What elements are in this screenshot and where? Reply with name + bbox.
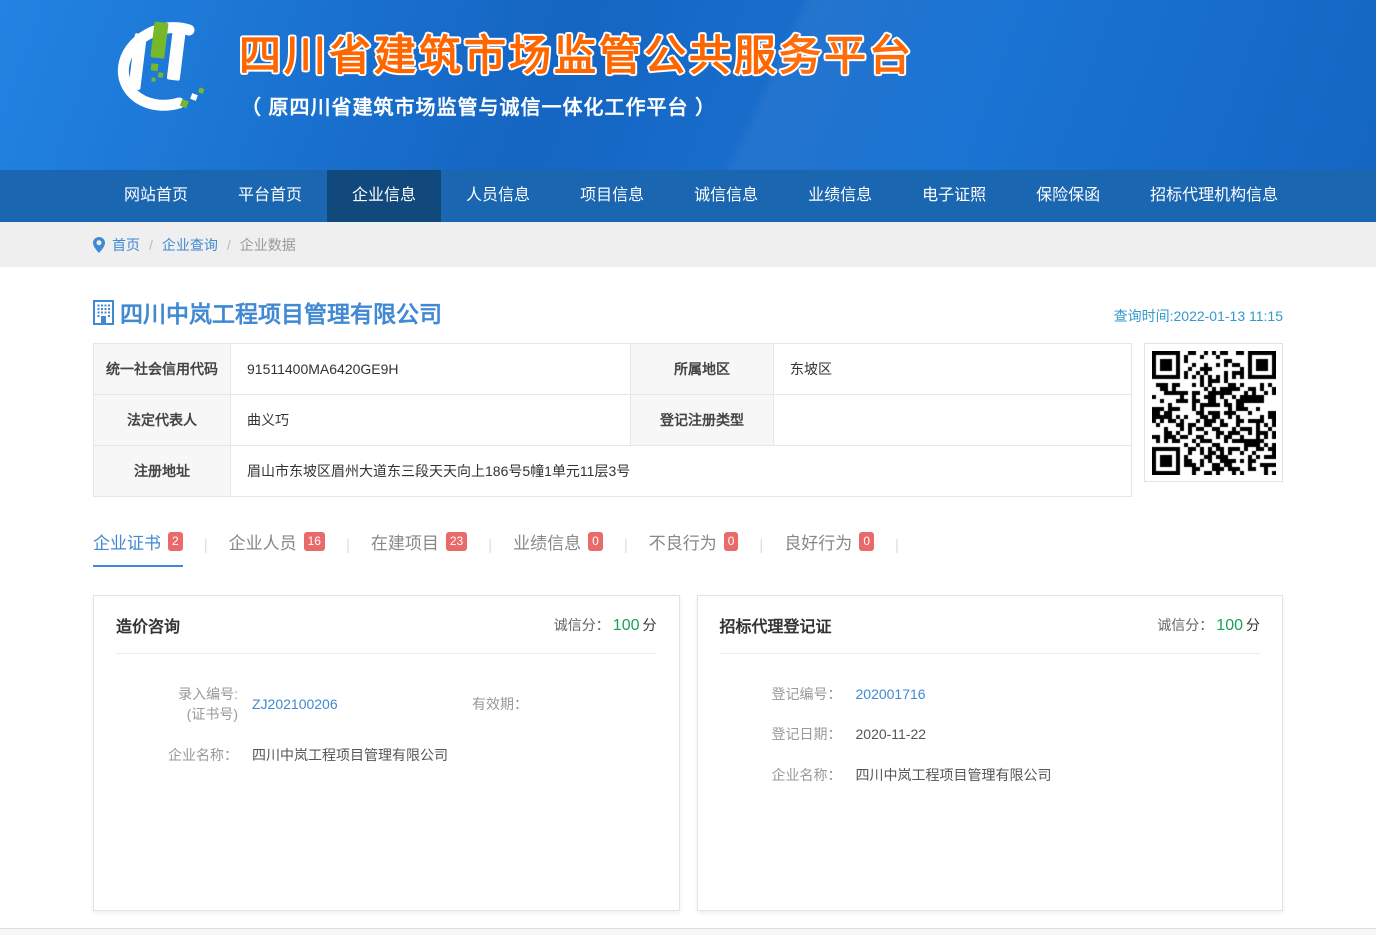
company-name-heading: 四川中岚工程项目管理有限公司	[93, 295, 442, 329]
registered-address-value: 眉山市东坡区眉州大道东三段天天向上186号5幢1单元11层3号	[231, 446, 1132, 497]
query-time: 查询时间:2022-01-13 11:15	[1114, 306, 1283, 329]
credit-score: 诚信分：100分	[554, 615, 657, 635]
qr-code-box	[1144, 343, 1283, 482]
registration-date-value: 2020-11-22	[856, 726, 927, 742]
region-value: 东坡区	[774, 344, 1132, 395]
info-label: 法定代表人	[94, 395, 231, 446]
tab-bad-behavior[interactable]: 不良行为 0	[649, 529, 739, 567]
bidding-agency-cert-card: 招标代理登记证 诚信分：100分 登记编号： 202001716 登记日期： 2…	[697, 595, 1284, 911]
nav-item-project-info[interactable]: 项目信息	[555, 170, 669, 222]
site-subtitle: （ 原四川省建筑市场监管与诚信一体化工作平台 ）	[241, 91, 914, 120]
card-title: 招标代理登记证	[720, 613, 832, 637]
company-name-value: 四川中岚工程项目管理有限公司	[252, 745, 448, 765]
credit-score-label: 诚信分：	[554, 617, 610, 633]
credit-score-unit: 分	[643, 617, 657, 633]
breadcrumb-company-search-link[interactable]: 企业查询	[162, 235, 218, 255]
tab-separator: |	[346, 537, 350, 567]
tab-company-cert[interactable]: 企业证书 2	[93, 529, 183, 567]
tab-label: 不良行为	[649, 529, 717, 554]
credit-score-unit: 分	[1246, 617, 1260, 633]
tab-count-badge: 16	[304, 532, 325, 551]
tab-label: 良好行为	[784, 529, 852, 554]
company-name-text: 四川中岚工程项目管理有限公司	[120, 295, 442, 329]
breadcrumb: 首页 / 企业查询 / 企业数据	[93, 222, 1283, 267]
building-icon	[93, 300, 114, 325]
tab-label: 在建项目	[371, 529, 439, 554]
tab-construction-projects[interactable]: 在建项目 23	[371, 529, 467, 567]
company-name-label: 企业名称：	[720, 765, 842, 785]
field-row: 企业名称： 四川中岚工程项目管理有限公司	[720, 765, 1261, 785]
main-content: 四川中岚工程项目管理有限公司 查询时间:2022-01-13 11:15 统一社…	[93, 295, 1283, 911]
company-name-value: 四川中岚工程项目管理有限公司	[856, 765, 1052, 785]
info-label: 注册地址	[94, 446, 231, 497]
nav-item-bidding-agency-info[interactable]: 招标代理机构信息	[1125, 170, 1303, 222]
cert-number-label: 录入编号: (证书号)	[116, 684, 238, 725]
footer-divider	[0, 928, 1376, 935]
registration-number-link[interactable]: 202001716	[856, 686, 926, 702]
breadcrumb-current: 企业数据	[240, 235, 296, 255]
field-row: 企业名称： 四川中岚工程项目管理有限公司	[116, 745, 657, 765]
nav-item-site-home[interactable]: 网站首页	[99, 170, 213, 222]
tab-count-badge: 23	[446, 532, 467, 551]
breadcrumb-home-link[interactable]: 首页	[112, 235, 140, 255]
tab-count-badge: 0	[724, 532, 739, 551]
registration-type-value	[774, 395, 1132, 446]
registration-number-label: 登记编号：	[720, 684, 842, 704]
breadcrumb-separator: /	[149, 237, 153, 253]
breadcrumb-bar: 首页 / 企业查询 / 企业数据	[0, 222, 1376, 267]
card-title: 造价咨询	[116, 613, 180, 637]
tab-label: 企业人员	[229, 529, 297, 554]
tab-separator: |	[624, 537, 628, 567]
credit-score: 诚信分：100分	[1157, 615, 1260, 635]
credit-score-label: 诚信分：	[1157, 617, 1213, 633]
legal-rep-value: 曲义巧	[231, 395, 631, 446]
nav-item-insurance-guarantee[interactable]: 保险保函	[1011, 170, 1125, 222]
credit-code-value: 91511400MA6420GE9H	[231, 344, 631, 395]
cost-consulting-card: 造价咨询 诚信分：100分 录入编号: (证书号) ZJ202100206 有效…	[93, 595, 680, 911]
field-row: 登记日期： 2020-11-22	[720, 724, 1261, 744]
tab-label: 企业证书	[93, 529, 161, 554]
tab-company-personnel[interactable]: 企业人员 16	[229, 529, 325, 567]
registration-date-label: 登记日期：	[720, 724, 842, 744]
tab-separator: |	[488, 537, 492, 567]
main-nav: 网站首页 平台首页 企业信息 人员信息 项目信息 诚信信息 业绩信息 电子证照 …	[0, 170, 1376, 222]
credit-score-value: 100	[1216, 617, 1243, 634]
qr-code	[1152, 351, 1276, 475]
table-row: 法定代表人 曲义巧 登记注册类型	[94, 395, 1132, 446]
tab-separator: |	[204, 537, 208, 567]
tab-separator: |	[759, 537, 763, 567]
tab-count-badge: 0	[588, 532, 603, 551]
tab-count-badge: 2	[168, 532, 183, 551]
tab-label: 业绩信息	[513, 529, 581, 554]
nav-item-credit-info[interactable]: 诚信信息	[669, 170, 783, 222]
site-logo	[93, 8, 221, 130]
tab-count-badge: 0	[859, 532, 874, 551]
nav-item-e-certificate[interactable]: 电子证照	[897, 170, 1011, 222]
tab-separator: |	[895, 537, 899, 567]
table-row: 注册地址 眉山市东坡区眉州大道东三段天天向上186号5幢1单元11层3号	[94, 446, 1132, 497]
nav-item-performance-info[interactable]: 业绩信息	[783, 170, 897, 222]
nav-item-company-info[interactable]: 企业信息	[327, 170, 441, 222]
site-title: 四川省建筑市场监管公共服务平台	[239, 22, 914, 83]
tab-performance-info[interactable]: 业绩信息 0	[513, 529, 603, 567]
location-pin-icon	[93, 237, 105, 253]
info-label: 统一社会信用代码	[94, 344, 231, 395]
info-label: 登记注册类型	[631, 395, 774, 446]
nav-item-personnel-info[interactable]: 人员信息	[441, 170, 555, 222]
tab-good-behavior[interactable]: 良好行为 0	[784, 529, 874, 567]
site-header: 四川省建筑市场监管公共服务平台 （ 原四川省建筑市场监管与诚信一体化工作平台 ）	[0, 0, 1376, 170]
field-row: 登记编号： 202001716	[720, 684, 1261, 704]
info-label: 所属地区	[631, 344, 774, 395]
detail-tabs: 企业证书 2 | 企业人员 16 | 在建项目 23 | 业绩信息 0 | 不良…	[93, 529, 1283, 567]
validity-label: 有效期：	[438, 694, 528, 714]
company-info-table: 统一社会信用代码 91511400MA6420GE9H 所属地区 东坡区 法定代…	[93, 343, 1132, 497]
cert-number-link[interactable]: ZJ202100206	[252, 696, 412, 712]
credit-score-value: 100	[613, 617, 640, 634]
table-row: 统一社会信用代码 91511400MA6420GE9H 所属地区 东坡区	[94, 344, 1132, 395]
nav-item-platform-home[interactable]: 平台首页	[213, 170, 327, 222]
company-name-label: 企业名称：	[116, 745, 238, 765]
field-row: 录入编号: (证书号) ZJ202100206 有效期：	[116, 684, 657, 725]
breadcrumb-separator: /	[227, 237, 231, 253]
